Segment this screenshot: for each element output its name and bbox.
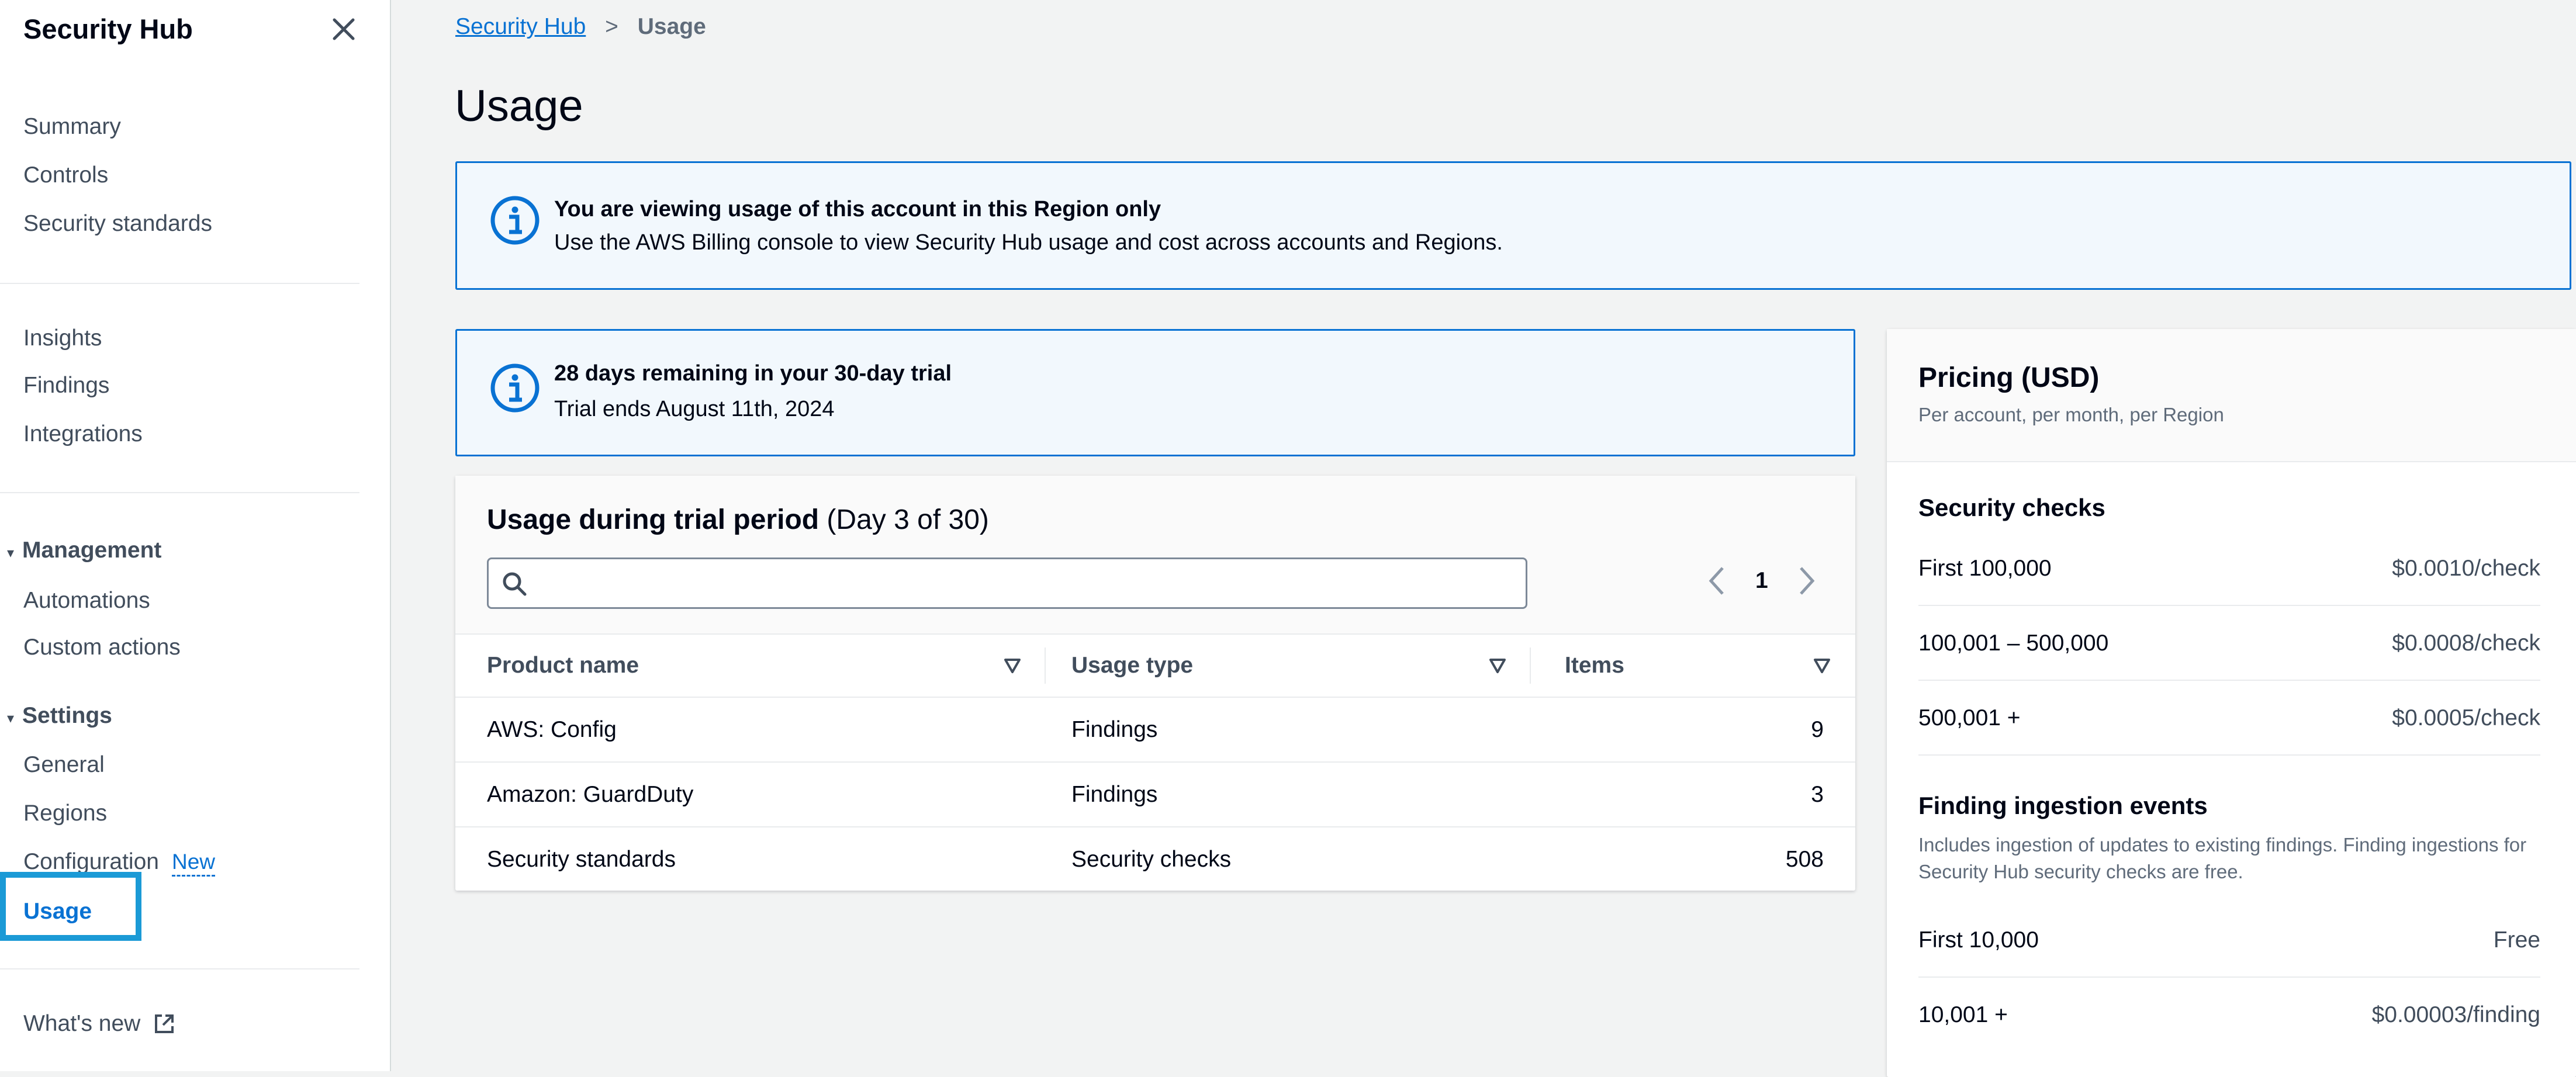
sort-icon[interactable] — [1489, 657, 1506, 674]
pricing-rate: Free — [2493, 927, 2540, 953]
sidebar-item-label: Configuration — [23, 849, 159, 874]
pricing-subtitle: Per account, per month, per Region — [1918, 404, 2224, 425]
cell-items: 3 — [1531, 762, 1855, 827]
cell-usage-type: Findings — [1071, 781, 1158, 807]
sidebar-item-automations[interactable]: Automations — [23, 588, 150, 614]
sidebar-item-custom-actions[interactable]: Custom actions — [23, 635, 181, 660]
usage-table-title: Usage during trial period (Day 3 of 30) — [487, 504, 989, 536]
cell-items: 9 — [1531, 697, 1855, 763]
sidebar-item-configuration[interactable]: Configuration New — [23, 849, 216, 877]
search-input[interactable] — [540, 564, 1513, 604]
usage-table: Product name Usage type Items AWS: Confi… — [455, 633, 1855, 891]
cell-product-name: Amazon: GuardDuty — [487, 781, 694, 807]
table-row: Security standards Security checks 508 — [455, 827, 1855, 891]
alert-title: 28 days remaining in your 30-day trial — [554, 361, 952, 386]
pricing-rate: $0.0005/check — [2392, 705, 2540, 730]
page-title: Usage — [455, 81, 583, 131]
side-navigation: Security Hub Summary Controls Security s… — [0, 0, 391, 1071]
pricing-title: Pricing (USD) — [1918, 362, 2100, 393]
breadcrumb: Security Hub > Usage — [455, 14, 706, 40]
cell-product-name: AWS: Config — [487, 716, 617, 742]
region-info-alert: You are viewing usage of this account in… — [455, 161, 2571, 290]
breadcrumb-link-security-hub[interactable]: Security Hub — [455, 14, 586, 39]
pricing-header: Pricing (USD) Per account, per month, pe… — [1887, 329, 2576, 462]
pricing-tier: 10,001 + — [1918, 1002, 2008, 1027]
sidebar-item-whats-new[interactable]: What's new — [23, 1011, 176, 1037]
sidebar-section-label: Management — [22, 538, 162, 563]
trial-info-alert: 28 days remaining in your 30-day trial T… — [455, 329, 1855, 456]
alert-text: Trial ends August 11th, 2024 — [554, 397, 835, 421]
table-row: Amazon: GuardDuty Findings 3 — [455, 762, 1855, 827]
sidebar-item-regions[interactable]: Regions — [23, 801, 107, 826]
sidebar-item-security-standards[interactable]: Security standards — [23, 211, 212, 237]
sidebar-item-summary[interactable]: Summary — [23, 114, 121, 140]
info-icon — [490, 196, 540, 245]
pricing-tier: First 100,000 — [1918, 556, 2052, 581]
table-header-row: Product name Usage type Items — [455, 633, 1855, 698]
pricing-panel: Pricing (USD) Per account, per month, pe… — [1887, 329, 2576, 1077]
sort-icon[interactable] — [1004, 657, 1021, 674]
sidebar-divider — [0, 492, 359, 493]
info-icon — [490, 363, 540, 413]
cell-usage-type: Findings — [1071, 716, 1158, 742]
column-header-label: Items — [1565, 653, 1624, 678]
page-number-button[interactable]: 1 — [1755, 568, 1768, 594]
usage-table-header: Usage during trial period (Day 3 of 30) … — [455, 476, 1855, 633]
column-header-label: Product name — [487, 653, 639, 678]
chevron-right-icon: > — [605, 14, 618, 39]
pricing-row: First 10,000 Free — [1918, 903, 2540, 978]
security-checks-heading: Security checks — [1918, 494, 2105, 521]
table-row: AWS: Config Findings 9 — [455, 697, 1855, 763]
sidebar-section-settings[interactable]: ▾ Settings — [7, 703, 112, 729]
cell-items: 508 — [1785, 846, 1824, 872]
column-header-usage-type[interactable]: Usage type — [1046, 633, 1531, 698]
column-header-label: Usage type — [1071, 653, 1194, 678]
column-header-items[interactable]: Items — [1531, 633, 1855, 698]
usage-title-counter: (Day 3 of 30) — [827, 504, 989, 535]
pricing-rate: $0.0008/check — [2392, 631, 2540, 656]
pricing-row: 10,001 + $0.00003/finding — [1918, 978, 2540, 1052]
sidebar-item-integrations[interactable]: Integrations — [23, 421, 143, 447]
sidebar-divider — [0, 283, 359, 284]
close-icon[interactable] — [331, 16, 357, 42]
external-link-icon — [155, 1014, 174, 1033]
usage-title-text: Usage during trial period — [487, 504, 820, 535]
breadcrumb-current: Usage — [637, 14, 706, 39]
sidebar-title[interactable]: Security Hub — [23, 13, 193, 45]
column-header-product-name[interactable]: Product name — [455, 633, 1046, 698]
pricing-rate: $0.00003/finding — [2371, 1002, 2540, 1027]
pricing-tier: 500,001 + — [1918, 705, 2021, 730]
chevron-right-icon[interactable] — [1794, 562, 1820, 600]
finding-ingestion-heading: Finding ingestion events — [1918, 792, 2208, 819]
pricing-row: 100,001 – 500,000 $0.0008/check — [1918, 606, 2540, 681]
sidebar-item-insights[interactable]: Insights — [23, 325, 102, 351]
pricing-row: First 100,000 $0.0010/check — [1918, 531, 2540, 606]
alert-text: Use the AWS Billing console to view Secu… — [554, 230, 1503, 255]
sidebar-item-usage[interactable]: Usage — [0, 872, 141, 941]
usage-table-panel: Usage during trial period (Day 3 of 30) … — [455, 476, 1855, 891]
pricing-tier: 100,001 – 500,000 — [1918, 631, 2109, 656]
caret-down-icon: ▾ — [7, 711, 15, 726]
cell-product-name: Security standards — [487, 846, 676, 872]
sort-icon[interactable] — [1813, 657, 1831, 674]
pricing-row: 500,001 + $0.0005/check — [1918, 681, 2540, 756]
alert-title: You are viewing usage of this account in… — [554, 197, 1161, 221]
sidebar-section-management[interactable]: ▾ Management — [7, 538, 161, 563]
sidebar-item-findings[interactable]: Findings — [23, 373, 109, 399]
sidebar-item-general[interactable]: General — [23, 752, 105, 778]
new-badge[interactable]: New — [171, 850, 216, 877]
cell-usage-type: Security checks — [1071, 846, 1232, 872]
pricing-rate: $0.0010/check — [2392, 556, 2540, 581]
sidebar-section-label: Settings — [22, 703, 112, 728]
finding-ingestion-description: Includes ingestion of updates to existin… — [1918, 834, 2527, 882]
caret-down-icon: ▾ — [7, 545, 15, 561]
sidebar-divider — [0, 968, 359, 969]
sidebar-item-label: Usage — [23, 899, 92, 924]
sidebar-item-label: What's new — [23, 1011, 141, 1036]
pricing-tier: First 10,000 — [1918, 927, 2039, 953]
search-icon — [503, 572, 527, 596]
search-field[interactable] — [487, 557, 1527, 609]
sidebar-item-controls[interactable]: Controls — [23, 162, 108, 188]
chevron-left-icon[interactable] — [1704, 562, 1730, 600]
